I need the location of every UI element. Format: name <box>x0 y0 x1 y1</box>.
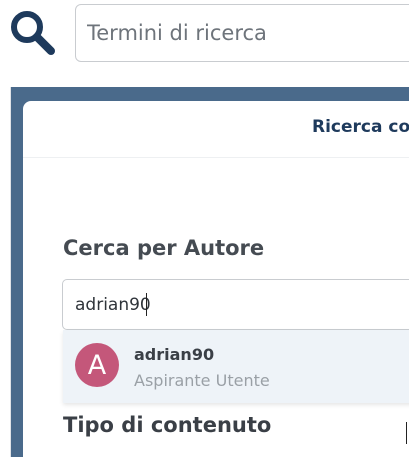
avatar: A <box>75 343 119 387</box>
suggestion-username: adrian90 <box>134 345 215 364</box>
search-input[interactable] <box>87 21 409 45</box>
search-icon[interactable] <box>8 9 58 57</box>
suggestion-role: Aspirante Utente <box>134 371 270 390</box>
panel-divider <box>23 157 409 158</box>
tab-advanced-search[interactable]: Ricerca co <box>312 117 409 137</box>
search-field[interactable] <box>75 4 409 62</box>
scroll-marker <box>406 422 407 444</box>
author-filter-label: Cerca per Autore <box>63 236 265 260</box>
author-input[interactable] <box>75 294 409 315</box>
author-suggestion[interactable]: A adrian90 Aspirante Utente <box>63 330 409 403</box>
content-type-label: Tipo di contenuto <box>63 413 272 437</box>
text-cursor <box>146 293 147 316</box>
page: Ricerca co Cerca per Autore A adrian90 A… <box>0 0 409 471</box>
author-field[interactable] <box>62 279 409 330</box>
